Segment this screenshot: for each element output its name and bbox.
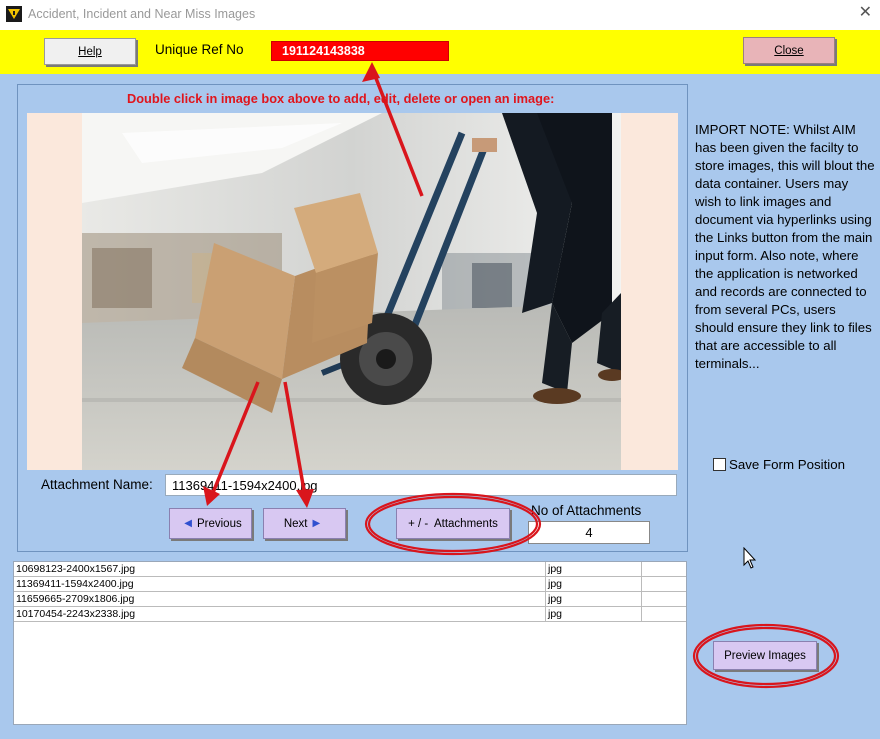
column-divider — [545, 562, 546, 577]
no-of-attachments-field: 4 — [528, 521, 650, 544]
column-divider — [641, 607, 642, 622]
list-item-filename: 10698123-2400x1567.jpg — [16, 563, 136, 575]
list-item-extension: jpg — [548, 608, 563, 620]
no-of-attachments-label: No of Attachments — [531, 503, 642, 518]
list-item-extension: jpg — [548, 593, 563, 605]
column-divider — [545, 577, 546, 592]
list-item-filename: 11369411-1594x2400.jpg — [16, 578, 134, 590]
header-bar: Help Unique Ref No 191124143838 Close — [0, 30, 880, 74]
help-button-label: Help — [78, 45, 102, 58]
column-divider — [641, 592, 642, 607]
column-divider — [545, 607, 546, 622]
unique-ref-field[interactable]: 191124143838 — [271, 41, 449, 61]
mouse-cursor-icon — [743, 547, 757, 569]
warehouse-photo — [82, 113, 621, 470]
import-note: IMPORT NOTE: Whilst AIM has been given t… — [695, 122, 875, 371]
attachments-list[interactable]: 10698123-2400x1567.jpg jpg 11369411-1594x2… — [13, 561, 687, 725]
instruction-text: Double click in image box above to add, … — [127, 91, 555, 106]
attachments-button-label: + / - Attachments — [408, 517, 498, 530]
next-button[interactable]: Next ▶ — [263, 508, 346, 539]
save-form-position-checkbox[interactable] — [713, 458, 726, 471]
list-item-extension: jpg — [548, 578, 563, 590]
list-item-filename: 11659665-2709x1806.jpg — [16, 593, 135, 605]
arrow-left-icon: ◀ — [184, 518, 192, 529]
window-title: Accident, Incident and Near Miss Images — [28, 7, 256, 21]
previous-button-label: Previous — [196, 517, 242, 530]
column-divider — [641, 577, 642, 592]
list-item-extension: jpg — [548, 563, 563, 575]
attachment-name-field[interactable]: 11369411-1594x2400.jpg — [165, 474, 677, 496]
preview-images-button[interactable]: Preview Images — [713, 641, 817, 670]
save-form-position-option[interactable]: Save Form Position — [713, 457, 845, 472]
previous-button[interactable]: ◀ Previous — [169, 508, 252, 539]
column-divider — [641, 562, 642, 577]
list-item[interactable]: 10698123-2400x1567.jpg jpg — [14, 562, 686, 577]
app-logo-icon — [6, 6, 22, 22]
close-button[interactable]: Close — [743, 37, 835, 64]
unique-ref-label: Unique Ref No — [155, 42, 244, 57]
window-close-icon[interactable]: ✕ — [859, 5, 872, 21]
arrow-right-icon: ▶ — [312, 518, 321, 529]
attachment-image[interactable] — [82, 113, 621, 470]
preview-images-button-label: Preview Images — [724, 649, 806, 662]
close-button-label: Close — [774, 44, 804, 57]
list-item[interactable]: 11369411-1594x2400.jpg jpg — [14, 577, 686, 592]
next-button-label: Next — [283, 517, 308, 530]
attachment-name-label: Attachment Name: — [41, 477, 153, 492]
attachments-button[interactable]: + / - Attachments — [396, 508, 510, 539]
title-bar: Accident, Incident and Near Miss Images … — [0, 0, 880, 30]
list-item-filename: 10170454-2243x2338.jpg — [16, 608, 136, 620]
save-form-position-label: Save Form Position — [729, 457, 846, 472]
help-button[interactable]: Help — [44, 38, 136, 65]
list-item[interactable]: 10170454-2243x2338.jpg jpg — [14, 607, 686, 622]
column-divider — [545, 592, 546, 607]
list-item[interactable]: 11659665-2709x1806.jpg jpg — [14, 592, 686, 607]
